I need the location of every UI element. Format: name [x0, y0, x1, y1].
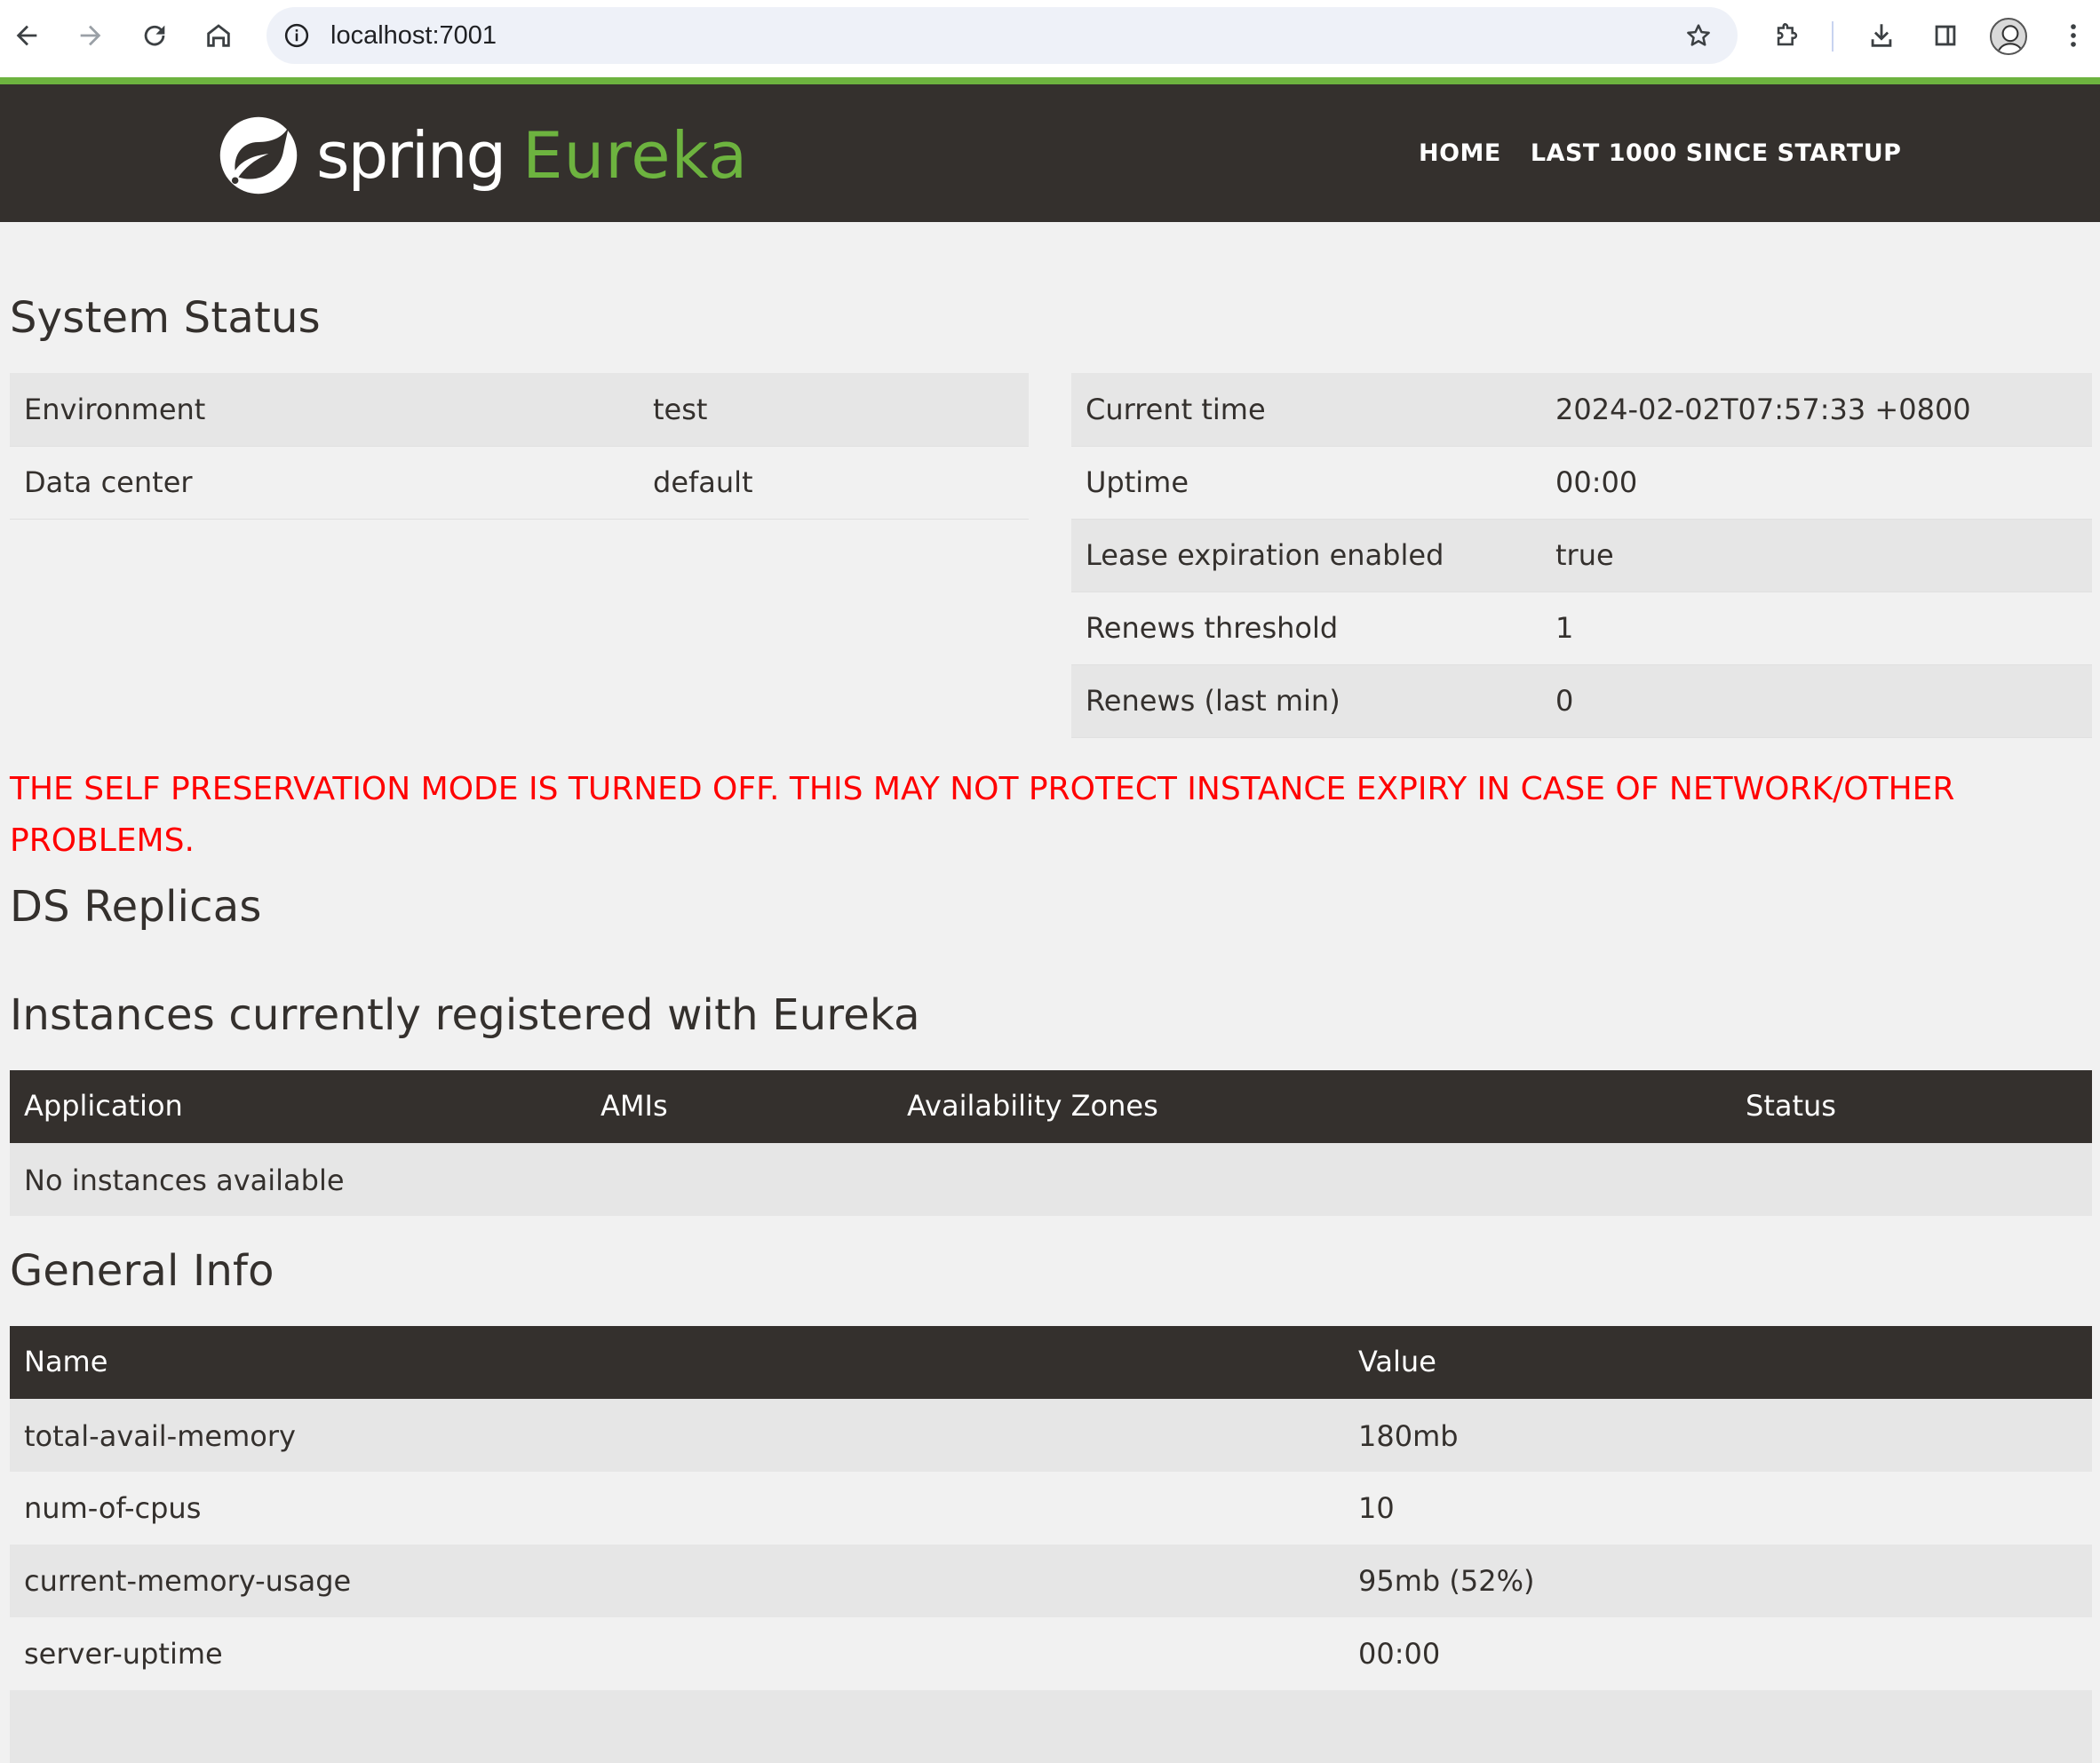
instances-heading: Instances currently registered with Eure…	[10, 990, 920, 1040]
status-value: 1	[1541, 592, 2092, 665]
browser-toolbar: localhost:7001	[0, 0, 2100, 77]
nav-links: HOME LAST 1000 SINCE STARTUP	[1419, 84, 1930, 222]
back-icon[interactable]	[7, 16, 46, 55]
table-row: Environment test	[10, 373, 1029, 447]
extensions-icon[interactable]	[1768, 16, 1807, 55]
column-header: Value	[1344, 1326, 2092, 1399]
info-name: server-uptime	[10, 1617, 1344, 1690]
status-value: default	[639, 446, 1029, 520]
table-row: Data center default	[10, 446, 1029, 520]
info-value: 180mb	[1344, 1399, 2092, 1472]
table-header-row: Application AMIs Availability Zones Stat…	[10, 1070, 2092, 1143]
general-info-heading: General Info	[10, 1246, 274, 1296]
toolbar-separator	[1832, 21, 1834, 52]
ds-replicas-heading: DS Replicas	[10, 882, 262, 932]
table-row: Current time 2024-02-02T07:57:33 +0800	[1071, 373, 2092, 447]
status-label: Uptime	[1071, 446, 1541, 520]
info-name: num-of-cpus	[10, 1472, 1344, 1545]
site-info-icon[interactable]	[279, 18, 314, 53]
status-value: 2024-02-02T07:57:33 +0800	[1541, 373, 2092, 447]
column-header: Availability Zones	[893, 1070, 1731, 1143]
status-label: Lease expiration enabled	[1071, 519, 1541, 592]
brand-spring-text: spring	[316, 118, 506, 193]
table-row: Uptime 00:00	[1071, 446, 2092, 520]
status-label: Current time	[1071, 373, 1541, 447]
url-text: localhost:7001	[330, 21, 497, 50]
menu-kebab-icon[interactable]	[2054, 16, 2093, 55]
brand-eureka-text: Eureka	[522, 118, 749, 193]
info-value: 00:00	[1344, 1617, 2092, 1690]
nav-last1000-link[interactable]: LAST 1000 SINCE STARTUP	[1531, 139, 1902, 167]
status-value: true	[1541, 519, 2092, 592]
self-preservation-warning: THE SELF PRESERVATION MODE IS TURNED OFF…	[10, 771, 1955, 859]
side-panel-icon[interactable]	[1926, 16, 1965, 55]
table-row	[10, 1690, 2092, 1763]
profile-avatar[interactable]	[1990, 18, 2027, 55]
table-row: Renews threshold 1	[1071, 592, 2092, 665]
table-row: server-uptime 00:00	[10, 1617, 2092, 1690]
table-row: num-of-cpus 10	[10, 1472, 2092, 1545]
info-value: 95mb (52%)	[1344, 1545, 2092, 1617]
info-name: current-memory-usage	[10, 1545, 1344, 1617]
status-label: Data center	[10, 446, 639, 520]
accent-line	[0, 77, 2100, 84]
home-icon[interactable]	[199, 16, 238, 55]
info-name-partial	[10, 1690, 2092, 1763]
status-value: test	[639, 373, 1029, 447]
system-status-right-table: Current time 2024-02-02T07:57:33 +0800 U…	[1071, 373, 2092, 738]
info-name: total-avail-memory	[10, 1399, 1344, 1472]
column-header: Name	[10, 1326, 1344, 1399]
info-value: 10	[1344, 1472, 2092, 1545]
status-label: Environment	[10, 373, 639, 447]
system-status-heading: System Status	[10, 293, 321, 343]
table-row: Renews (last min) 0	[1071, 664, 2092, 738]
table-row: total-avail-memory 180mb	[10, 1399, 2092, 1472]
instances-table: Application AMIs Availability Zones Stat…	[10, 1070, 2092, 1216]
table-header-row: Name Value	[10, 1326, 2092, 1399]
status-value: 0	[1541, 664, 2092, 738]
download-icon[interactable]	[1862, 16, 1901, 55]
reload-icon[interactable]	[135, 16, 174, 55]
status-value: 00:00	[1541, 446, 2092, 520]
spring-eureka-logo[interactable]: spring Eureka	[217, 111, 748, 200]
forward-icon[interactable]	[71, 16, 110, 55]
nav-home-link[interactable]: HOME	[1419, 139, 1501, 167]
table-row: Lease expiration enabled true	[1071, 519, 2092, 592]
table-row: current-memory-usage 95mb (52%)	[10, 1545, 2092, 1617]
system-status-left-table: Environment test Data center default	[10, 373, 1029, 520]
bookmark-star-icon[interactable]	[1681, 18, 1716, 53]
empty-state: No instances available	[10, 1143, 2092, 1216]
eureka-navbar: spring Eureka HOME LAST 1000 SINCE START…	[0, 84, 2100, 222]
status-label: Renews (last min)	[1071, 664, 1541, 738]
column-header: Status	[1731, 1070, 2092, 1143]
column-header: Application	[10, 1070, 586, 1143]
address-bar[interactable]: localhost:7001	[266, 7, 1738, 64]
general-info-table: Name Value total-avail-memory 180mb num-…	[10, 1326, 2092, 1763]
spring-leaf-icon	[219, 116, 298, 195]
table-row: No instances available	[10, 1143, 2092, 1216]
column-header: AMIs	[586, 1070, 893, 1143]
status-label: Renews threshold	[1071, 592, 1541, 665]
